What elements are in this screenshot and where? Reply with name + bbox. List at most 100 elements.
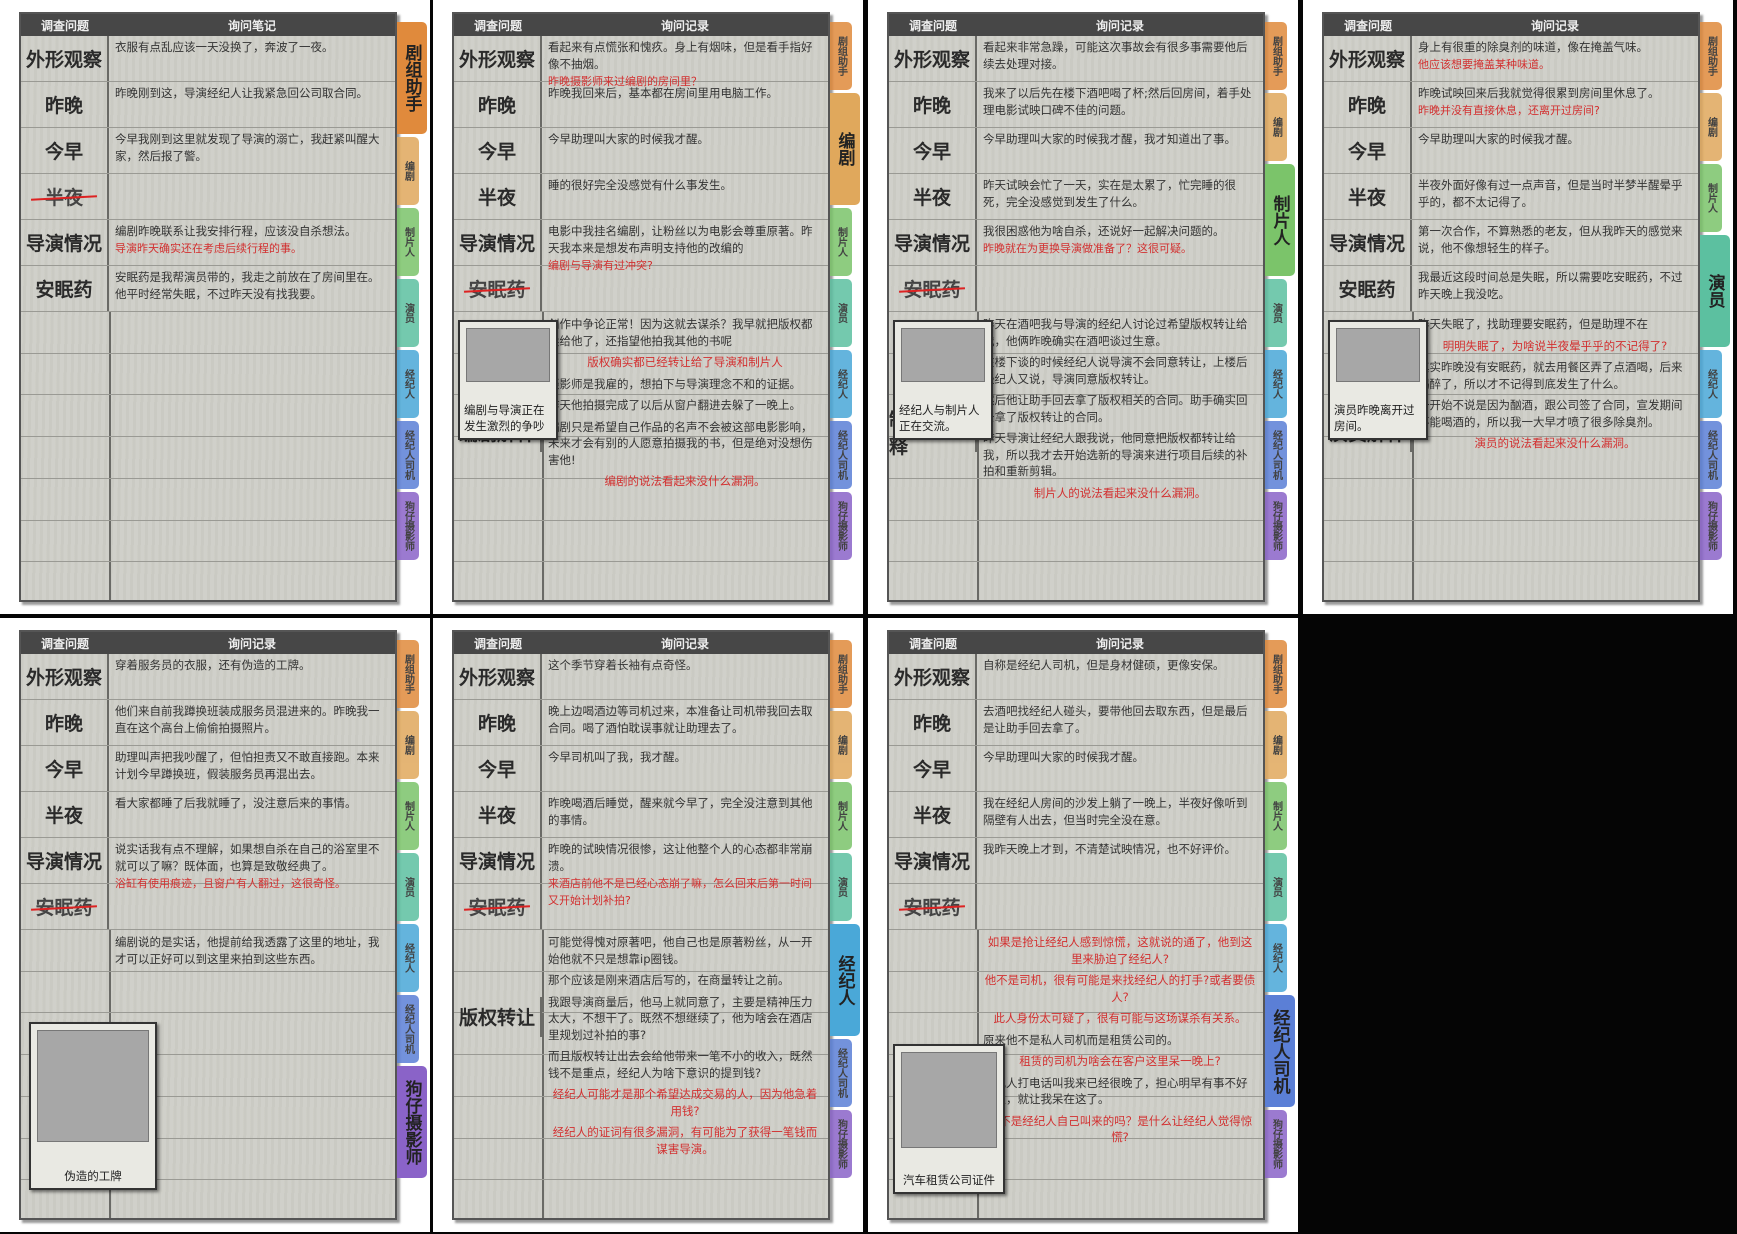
tab-suspect[interactable]: 编剧 [1265, 93, 1287, 161]
tab-suspect[interactable]: 制片人 [1700, 164, 1722, 232]
explain-label[interactable]: 版权转让 [454, 996, 542, 1037]
question-row[interactable]: 半夜 昨晚喝酒后睡觉，醒来就今早了，完全没注意到其他的事情。 [454, 792, 828, 838]
question-label[interactable]: 外形观察 [454, 654, 542, 699]
question-row[interactable]: 安眠药 [889, 884, 1263, 930]
tab-suspect[interactable]: 经纪人司机 [1265, 995, 1295, 1107]
question-row[interactable]: 今早 今早助理叫大家的时候我才醒。 [454, 128, 828, 174]
question-label[interactable]: 导演情况 [454, 220, 542, 265]
question-label[interactable]: 半夜 [1324, 174, 1412, 219]
question-row[interactable]: 外形观察 看起来非常急躁，可能这次事故会有很多事需要他后续去处理对接。 [889, 36, 1263, 82]
question-label[interactable]: 半夜 [454, 792, 542, 837]
tab-suspect[interactable]: 经纪人司机 [397, 995, 419, 1063]
question-label[interactable]: 今早 [454, 128, 542, 173]
question-row[interactable]: 昨晚 去酒吧找经纪人碰头，要带他回去取东西，但是最后是让助手回去拿了。 [889, 700, 1263, 746]
question-label[interactable]: 昨晚 [21, 700, 109, 745]
question-label[interactable]: 今早 [21, 128, 109, 173]
tab-suspect[interactable]: 制片人 [1265, 782, 1287, 850]
question-row[interactable]: 导演情况 昨晚的试映情况很惨，这让他整个人的心态都非常崩溃。 来酒店前他不是已经心态… [454, 838, 828, 907]
question-row[interactable]: 安眠药 [21, 884, 395, 930]
question-row[interactable]: 今早 今早助理叫大家的时候我才醒。 [889, 746, 1263, 792]
question-label[interactable]: 安眠药 [454, 884, 542, 929]
question-row[interactable]: 外形观察 自称是经纪人司机，但是身材健硕，更像安保。 [889, 654, 1263, 700]
question-label[interactable]: 导演情况 [21, 838, 109, 883]
tab-suspect[interactable]: 经纪人 [397, 924, 419, 992]
question-label[interactable]: 外形观察 [21, 654, 109, 699]
question-row[interactable]: 安眠药 安眠药是我帮演员带的，我走之前放在了房间里在。他平时经常失眠，不过昨天没有… [21, 266, 395, 312]
question-row[interactable]: 昨晚 我来了以后先在楼下酒吧喝了杯;然后回房间，着手处理电影试映口碑不佳的问题。 [889, 82, 1263, 128]
tab-suspect[interactable]: 制片人 [397, 208, 419, 276]
question-row[interactable]: 导演情况 我很困惑他为啥自杀，还说好一起解决问题的。 昨晚就在为更换导演做准备了？这… [889, 220, 1263, 266]
tab-suspect[interactable]: 经纪人 [830, 924, 860, 1036]
tab-suspect[interactable]: 剧组助手 [1265, 22, 1287, 90]
question-label[interactable]: 今早 [21, 746, 109, 791]
tab-suspect[interactable]: 经纪人司机 [397, 421, 419, 489]
tab-suspect[interactable]: 编剧 [1265, 711, 1287, 779]
tab-suspect[interactable]: 制片人 [397, 782, 419, 850]
tab-suspect[interactable]: 经纪人 [1265, 350, 1287, 418]
evidence-photo[interactable]: 演员昨晚离开过房间。 [1328, 320, 1428, 440]
question-label[interactable]: 昨晚 [1324, 82, 1412, 127]
question-row[interactable]: 外形观察 这个季节穿着长袖有点奇怪。 [454, 654, 828, 700]
tab-suspect[interactable]: 演员 [1265, 853, 1287, 921]
tab-suspect[interactable]: 狗仔摄影师 [1265, 492, 1287, 560]
question-label[interactable]: 外形观察 [21, 36, 109, 81]
tab-suspect[interactable]: 制片人 [830, 208, 852, 276]
question-row[interactable]: 导演情况 我昨天晚上才到，不清楚试映情况，也不好评价。 [889, 838, 1263, 884]
tab-suspect[interactable]: 经纪人司机 [1700, 421, 1722, 489]
question-label[interactable]: 昨晚 [889, 700, 977, 745]
question-label[interactable]: 安眠药 [454, 266, 542, 311]
evidence-photo[interactable]: 伪造的工牌 [29, 1022, 157, 1190]
tab-suspect[interactable]: 剧组助手 [397, 640, 419, 708]
tab-suspect[interactable]: 编剧 [830, 711, 852, 779]
question-label[interactable]: 导演情况 [454, 838, 542, 883]
tab-suspect[interactable]: 编剧 [397, 137, 419, 205]
tab-suspect[interactable]: 狗仔摄影师 [397, 1066, 427, 1178]
tab-suspect[interactable]: 狗仔摄影师 [1265, 1110, 1287, 1178]
tab-suspect[interactable]: 制片人 [1265, 164, 1295, 276]
question-label[interactable]: 导演情况 [1324, 220, 1412, 265]
question-row[interactable]: 外形观察 身上有很重的除臭剂的味道，像在掩盖气味。 他应该想要掩盖某种味道。 [1324, 36, 1698, 82]
question-row[interactable]: 半夜 我在经纪人房间的沙发上躺了一晚上，半夜好像听到隔壁有人出去，但当时完全没在意… [889, 792, 1263, 838]
question-row[interactable]: 导演情况 编剧昨晚联系让我安排行程，应该没自杀想法。 导演昨天确实还在考虑后续行程的… [21, 220, 395, 266]
evidence-photo[interactable]: 汽车租赁公司证件 [893, 1044, 1005, 1194]
tab-suspect[interactable]: 狗仔摄影师 [397, 492, 419, 560]
question-row[interactable]: 导演情况 第一次合作，不算熟悉的老友，但从我昨天的感觉来说，他不像想轻生的样子。 [1324, 220, 1698, 266]
tab-suspect[interactable]: 演员 [397, 279, 419, 347]
question-label[interactable]: 安眠药 [1324, 266, 1412, 311]
tab-suspect[interactable]: 狗仔摄影师 [830, 492, 852, 560]
question-label[interactable]: 外形观察 [889, 36, 977, 81]
tab-suspect[interactable]: 经纪人 [1700, 350, 1722, 418]
question-row[interactable]: 今早 今早助理叫大家的时候我才醒，我才知道出了事。 [889, 128, 1263, 174]
question-row[interactable]: 昨晚 他们来自前我蹲换班装成服务员混进来的。昨晚我一直在这个高台上偷偷拍摄照片。 [21, 700, 395, 746]
question-row[interactable]: 导演情况 电影中我挂名编剧，让粉丝以为电影会尊重原著。昨天我本来是想发布声明支持他… [454, 220, 828, 272]
question-row[interactable]: 安眠药 我最近这段时间总是失眠，所以需要吃安眠药，不过昨天晚上我没吃。 [1324, 266, 1698, 312]
question-label[interactable]: 半夜 [889, 792, 977, 837]
question-label[interactable]: 今早 [889, 128, 977, 173]
question-label[interactable]: 昨晚 [454, 82, 542, 127]
question-label[interactable]: 今早 [889, 746, 977, 791]
tab-suspect[interactable]: 经纪人司机 [1265, 421, 1287, 489]
question-label[interactable]: 安眠药 [21, 266, 109, 311]
question-row[interactable]: 安眠药 [454, 266, 828, 312]
evidence-photo[interactable]: 编剧与导演正在发生激烈的争吵 [458, 320, 558, 440]
question-row[interactable]: 外形观察 穿着服务员的衣服，还有伪造的工牌。 [21, 654, 395, 700]
tab-suspect[interactable]: 编剧 [830, 93, 860, 205]
question-label[interactable]: 外形观察 [889, 654, 977, 699]
tab-suspect[interactable]: 演员 [830, 853, 852, 921]
question-label[interactable]: 外形观察 [1324, 36, 1412, 81]
tab-suspect[interactable]: 剧组助手 [1700, 22, 1722, 90]
question-row[interactable]: 半夜 看大家都睡了后我就睡了，没注意后来的事情。 [21, 792, 395, 838]
tab-suspect[interactable]: 制片人 [830, 782, 852, 850]
question-row[interactable]: 安眠药 [889, 266, 1263, 312]
tab-suspect[interactable]: 剧组助手 [397, 22, 427, 134]
question-row[interactable]: 半夜 昨天试映会忙了一天，实在是太累了，忙完睡的很死，完全没感觉到发生了什么。 [889, 174, 1263, 220]
tab-suspect[interactable]: 狗仔摄影师 [830, 1110, 852, 1178]
question-row[interactable]: 安眠药 [454, 884, 828, 930]
question-row[interactable]: 半夜 睡的很好完全没感觉有什么事发生。 [454, 174, 828, 220]
tab-suspect[interactable]: 剧组助手 [1265, 640, 1287, 708]
tab-suspect[interactable]: 演员 [397, 853, 419, 921]
tab-suspect[interactable]: 剧组助手 [830, 640, 852, 708]
tab-suspect[interactable]: 经纪人司机 [830, 421, 852, 489]
tab-suspect[interactable]: 演员 [1700, 235, 1730, 347]
question-label[interactable]: 半夜 [454, 174, 542, 219]
